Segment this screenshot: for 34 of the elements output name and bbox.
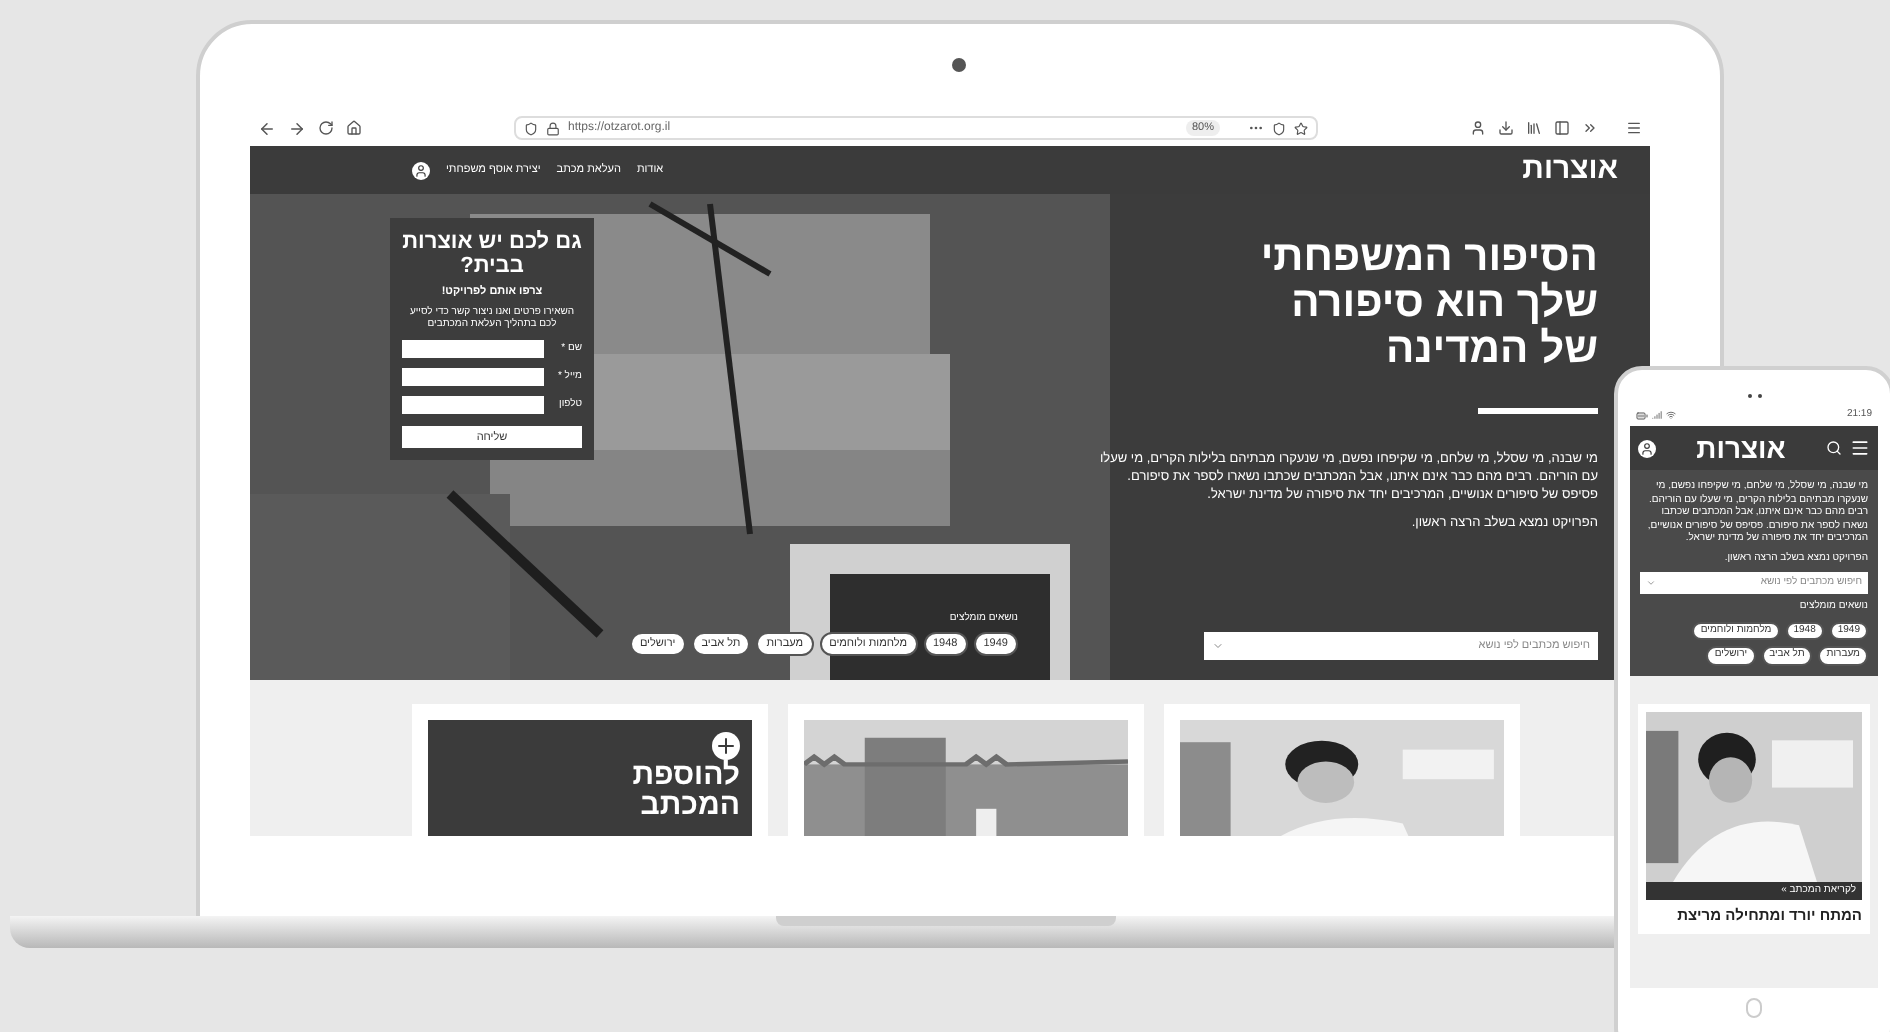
hero-title-line: של המדינה <box>1384 326 1598 372</box>
site-logo[interactable]: אוצרות <box>1696 427 1786 469</box>
form-title: גם לכם יש אוצרות בבית? <box>402 230 582 278</box>
add-letter-title: המכתב <box>640 790 740 820</box>
bookmark-icon[interactable] <box>1294 121 1308 135</box>
hero-title-line: הסיפור המשפחתי <box>1258 234 1598 280</box>
input-field[interactable] <box>402 396 544 415</box>
overflow-icon[interactable] <box>1582 120 1598 136</box>
add-letter-title: להוספת <box>632 760 740 790</box>
wifi-icon <box>1666 410 1676 420</box>
add-letter-tile[interactable]: להוספת המכתב <box>428 720 752 836</box>
menu-icon[interactable] <box>1626 120 1642 136</box>
battery-icon <box>1636 409 1648 421</box>
input-field[interactable] <box>402 368 544 387</box>
back-icon[interactable] <box>258 119 276 137</box>
hero-title-line: שלך הוא סיפורה <box>1289 280 1598 326</box>
signal-icon <box>1652 410 1662 420</box>
sidebar-icon[interactable] <box>1554 120 1570 136</box>
download-icon[interactable] <box>1498 120 1514 136</box>
library-icon[interactable] <box>1526 120 1542 136</box>
menu-icon[interactable] <box>1850 438 1870 458</box>
site-logo[interactable]: אוצרות <box>1522 147 1618 193</box>
input-field[interactable] <box>402 340 544 359</box>
reload-icon[interactable] <box>318 120 334 136</box>
pocket-icon[interactable] <box>1272 121 1286 135</box>
lock-icon <box>546 121 560 135</box>
home-icon[interactable] <box>346 120 362 136</box>
forward-icon[interactable] <box>288 119 306 137</box>
search-icon[interactable] <box>1826 440 1842 456</box>
shield-icon <box>524 121 538 135</box>
plus-icon[interactable] <box>712 732 740 760</box>
user-icon[interactable] <box>412 161 430 179</box>
user-icon[interactable] <box>1637 439 1656 457</box>
account-icon[interactable] <box>1470 120 1486 136</box>
